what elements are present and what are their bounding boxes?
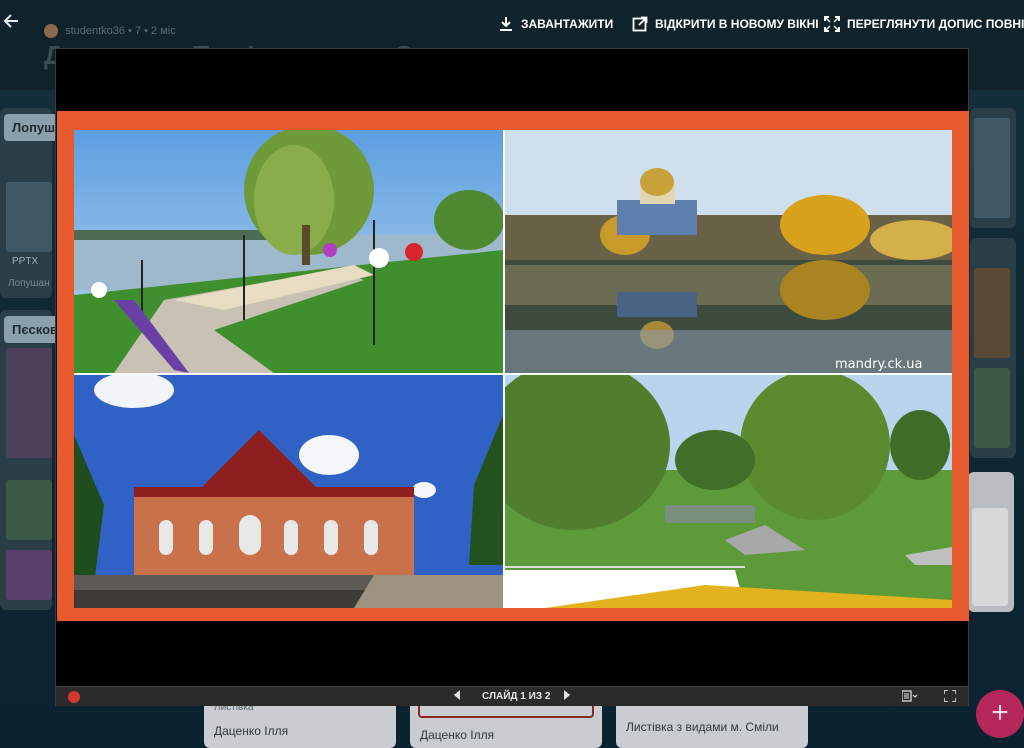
thumbnail[interactable] [974, 368, 1010, 448]
post-card[interactable]: Листівка Даценко Ілля [204, 700, 396, 748]
download-label: ЗАВАНТАЖИТИ [521, 17, 614, 31]
column-lopush[interactable]: Лопушк PPTX Лопушан [0, 108, 70, 298]
add-post-button[interactable]: + [976, 690, 1024, 738]
column-right-3[interactable] [968, 472, 1014, 612]
view-full-post-button[interactable]: ПЕРЕГЛЯНУТИ ДОПИС ПОВНІСТЮ [824, 14, 1024, 34]
photo-cathedral: mandry.ck.ua [505, 130, 952, 373]
thumbnail[interactable] [6, 348, 52, 458]
presentation-viewer[interactable]: mandry.ck.ua СЛАЙД 1 ИЗ 2 [55, 48, 969, 706]
view-full-post-label: ПЕРЕГЛЯНУТИ ДОПИС ПОВНІСТЮ [847, 17, 1024, 31]
promenade-image [74, 130, 503, 373]
photo-building [74, 375, 503, 608]
back-button[interactable] [0, 12, 22, 34]
thumbnail[interactable] [974, 268, 1010, 358]
chevron-right-icon [564, 690, 570, 700]
photo-collage: mandry.ck.ua [74, 130, 952, 608]
thumbnail[interactable] [6, 182, 52, 252]
attachment-type: PPTX [12, 256, 39, 267]
avatar [44, 24, 58, 38]
card-subtitle: Листівка з видами м. Сміли [626, 720, 779, 734]
building-image [74, 375, 503, 608]
slide-counter: СЛАЙД 1 ИЗ 2 [482, 691, 551, 702]
photo-park [505, 375, 952, 608]
download-icon [500, 17, 512, 31]
slide-menu-button[interactable] [901, 690, 918, 707]
board-author: studentko36 • 7 • 2 міс [44, 24, 176, 38]
next-slide-button[interactable] [560, 690, 572, 704]
thumbnail[interactable] [974, 118, 1010, 218]
column-pieskov[interactable]: Пєсков [0, 310, 67, 610]
open-external-icon [632, 16, 648, 32]
post-card[interactable]: Листівка з видами м. Сміли [616, 700, 808, 748]
previous-slide-button[interactable] [452, 690, 464, 704]
fullscreen-button[interactable] [943, 689, 957, 707]
arrow-left-icon [3, 14, 18, 28]
fullscreen-icon [943, 689, 957, 703]
thumbnail[interactable] [972, 508, 1008, 606]
photo-promenade [74, 130, 503, 373]
card-author: Даценко Ілля [214, 724, 289, 738]
cathedral-image: mandry.ck.ua [505, 130, 952, 373]
presentation-app-icon [68, 691, 80, 703]
column-right-1[interactable] [970, 108, 1016, 228]
slide: mandry.ck.ua [57, 111, 969, 621]
viewer-control-bar: СЛАЙД 1 ИЗ 2 [56, 686, 968, 706]
thumbnail[interactable] [6, 480, 52, 540]
author-line: studentko36 • 7 • 2 міс [65, 24, 176, 37]
open-in-new-window-button[interactable]: ВІДКРИТИ В НОВОМУ ВІКНІ [632, 14, 819, 34]
open-new-window-label: ВІДКРИТИ В НОВОМУ ВІКНІ [655, 17, 819, 31]
expand-icon [824, 16, 840, 32]
menu-icon [901, 690, 918, 702]
thumbnail[interactable] [6, 550, 52, 600]
attachment-title: Лопушан [8, 278, 50, 289]
park-image [505, 375, 952, 608]
download-button[interactable]: ЗАВАНТАЖИТИ [498, 14, 613, 34]
post-card[interactable]: Даценко Ілля [410, 700, 602, 748]
chevron-left-icon [454, 690, 460, 700]
card-author: Даценко Ілля [420, 728, 495, 742]
column-right-2[interactable] [970, 238, 1016, 458]
watermark: mandry.ck.ua [835, 357, 922, 372]
